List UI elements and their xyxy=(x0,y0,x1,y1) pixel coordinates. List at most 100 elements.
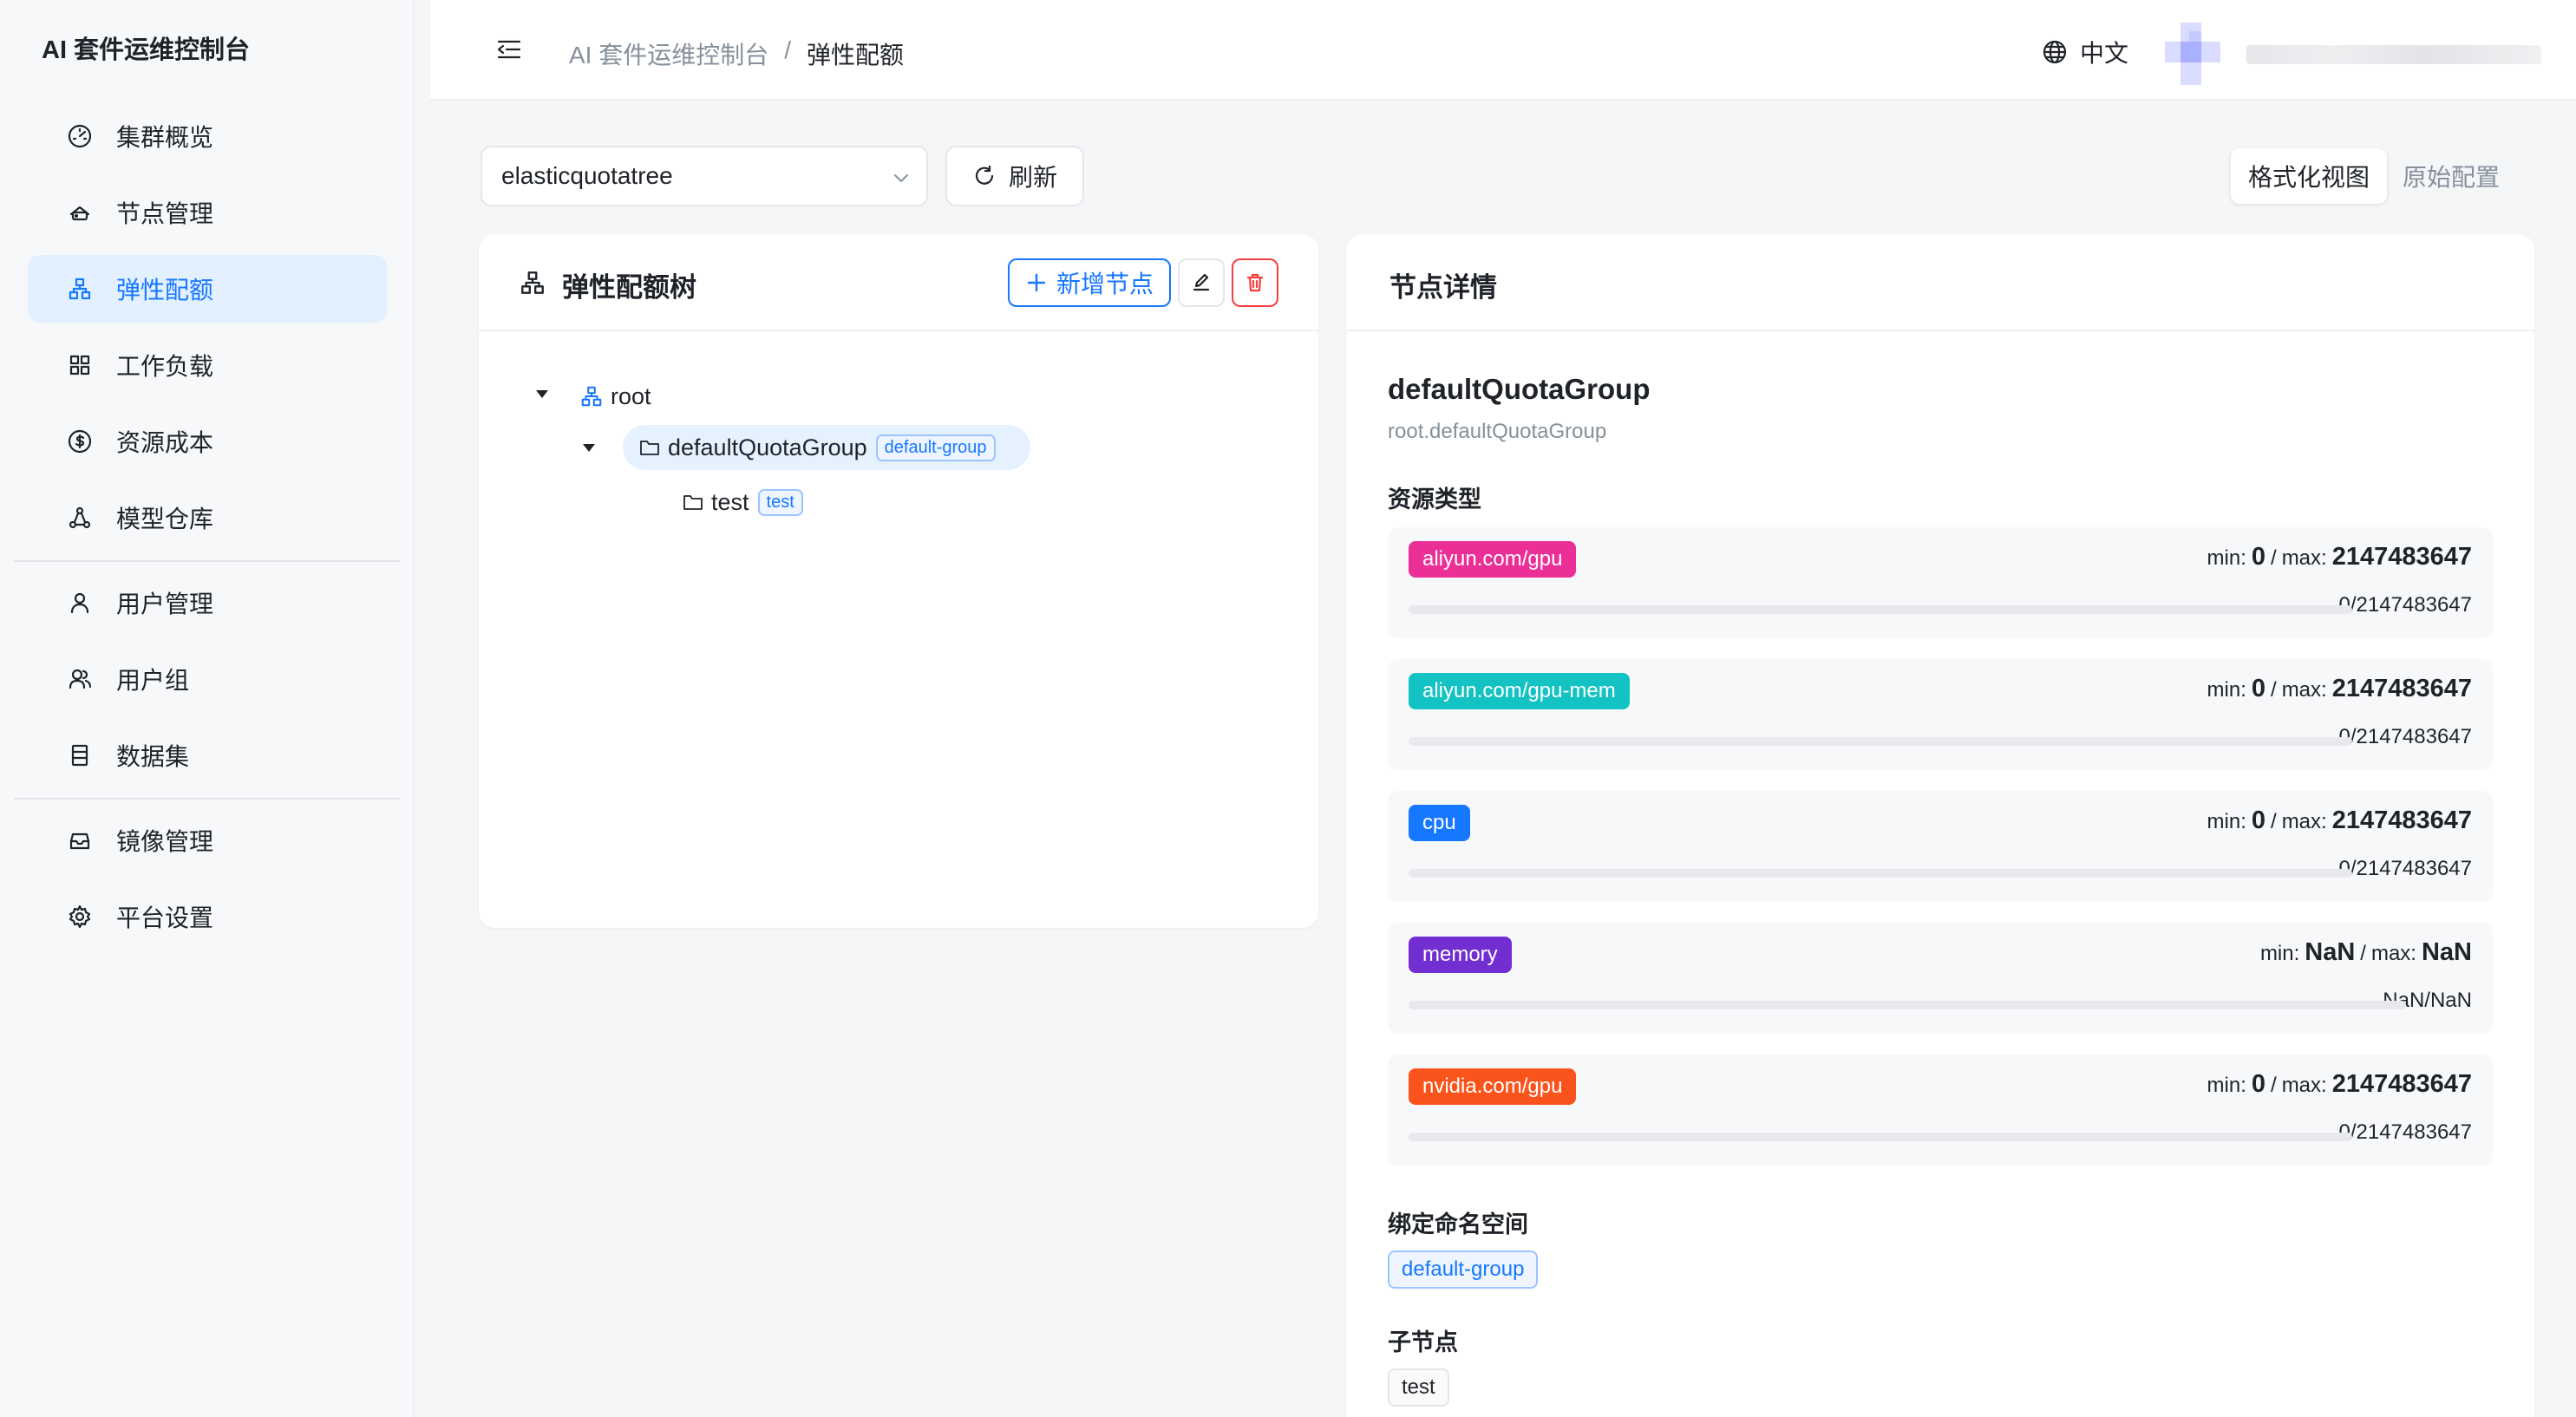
plus-icon xyxy=(1027,273,1046,292)
max-label: max: xyxy=(2370,942,2416,965)
dashboard-icon xyxy=(66,122,94,150)
sidebar-item-label: 用户管理 xyxy=(116,591,214,617)
menu-toggle-button[interactable] xyxy=(494,35,524,64)
avatar[interactable] xyxy=(2165,23,2220,85)
min-label: min: xyxy=(2207,810,2246,833)
tree-node-label: root xyxy=(611,382,651,409)
sidebar-item-datasets[interactable]: 数据集 xyxy=(28,722,387,789)
resource-min-max: min: 0/max: 2147483647 xyxy=(2207,1070,2472,1099)
sidebar-item-user-management[interactable]: 用户管理 xyxy=(28,569,387,637)
quota-tree-select[interactable]: elasticquotatree xyxy=(481,146,928,206)
child-node-tag[interactable]: test xyxy=(1388,1368,1449,1407)
resource-name-tag: cpu xyxy=(1409,805,1470,841)
edit-icon xyxy=(1193,273,1210,291)
sidebar-item-label: 弹性配额 xyxy=(116,277,214,304)
resource-min-max: min: 0/max: 2147483647 xyxy=(2207,806,2472,835)
sidebar-item-label: 节点管理 xyxy=(116,200,214,227)
tree-icon xyxy=(521,271,544,294)
trash-icon xyxy=(1246,273,1264,292)
folder-icon xyxy=(640,441,659,455)
breadcrumb-separator: / xyxy=(784,36,792,63)
sidebar-item-label: 镜像管理 xyxy=(116,828,214,855)
sidebar-item-workloads[interactable]: 工作负载 xyxy=(28,331,387,399)
add-node-label: 新增节点 xyxy=(1056,271,1154,297)
grid-icon xyxy=(66,351,94,379)
sidebar-item-model-repo[interactable]: 模型仓库 xyxy=(28,484,387,552)
resource-name-tag: aliyun.com/gpu-mem xyxy=(1409,673,1630,709)
breadcrumb-home[interactable]: AI 套件运维控制台 xyxy=(569,36,768,71)
min-label: min: xyxy=(2207,546,2246,570)
nav-divider xyxy=(14,798,401,800)
tab-formatted-view[interactable]: 格式化视图 xyxy=(2231,148,2387,204)
tree-node-test[interactable]: test test xyxy=(682,480,803,524)
tree-expand-toggle[interactable] xyxy=(583,444,595,452)
app-title: AI 套件运维控制台 xyxy=(42,36,251,64)
max-label: max: xyxy=(2281,1074,2327,1097)
resource-card: memory min: NaN / max: NaN NaN/NaN xyxy=(1388,923,2493,1034)
folder-icon xyxy=(683,495,703,510)
resource-name-tag: memory xyxy=(1409,937,1512,973)
min-label: min: xyxy=(2259,942,2300,965)
min-value: 0 xyxy=(2251,1070,2266,1098)
sidebar-item-label: 工作负载 xyxy=(116,353,214,380)
settings-icon xyxy=(66,903,94,931)
quota-tree-icon xyxy=(66,275,94,303)
resource-usage: 0/2147483647 xyxy=(2338,857,2473,880)
resource-usage: 0/2147483647 xyxy=(2338,725,2473,748)
detail-panel-title: 节点详情 xyxy=(1389,272,1497,303)
quota-tree-select-value: elasticquotatree xyxy=(501,162,673,189)
chevron-down-icon xyxy=(894,174,908,183)
sidebar-item-resource-cost[interactable]: 资源成本 xyxy=(28,408,387,475)
sidebar-item-cluster-overview[interactable]: 集群概览 xyxy=(28,102,387,170)
tree-node-default-quota-group[interactable]: defaultQuotaGroup default-group xyxy=(623,425,1030,470)
resource-usage-bar xyxy=(1409,869,2352,878)
resource-usage: 0/2147483647 xyxy=(2338,593,2473,617)
image-icon xyxy=(66,826,94,854)
sidebar-item-label: 数据集 xyxy=(116,743,190,770)
sidebar-item-node-management[interactable]: 节点管理 xyxy=(28,179,387,246)
add-node-button[interactable]: 新增节点 xyxy=(1008,258,1171,307)
resource-name-tag: aliyun.com/gpu xyxy=(1409,541,1577,578)
tree-expand-toggle[interactable] xyxy=(536,390,548,398)
resource-min-max: min: 0/max: 2147483647 xyxy=(2207,543,2472,571)
node-detail-panel: 节点详情 defaultQuotaGroup root.defaultQuota… xyxy=(1346,234,2534,1417)
resource-usage-bar xyxy=(1409,605,2352,614)
resource-min-max: min: 0/max: 2147483647 xyxy=(2207,675,2472,703)
username-redacted[interactable] xyxy=(2246,45,2541,64)
separator: / xyxy=(2271,810,2277,833)
sidebar-item-user-groups[interactable]: 用户组 xyxy=(28,645,387,713)
sidebar-item-platform-settings[interactable]: 平台设置 xyxy=(28,883,387,950)
tree-node-root[interactable]: root xyxy=(579,375,651,418)
sidebar-item-label: 集群概览 xyxy=(116,124,214,151)
resource-card: cpu min: 0/max: 2147483647 0/2147483647 xyxy=(1388,791,2493,902)
resource-usage: 0/2147483647 xyxy=(2338,1120,2473,1144)
tree-node-label: defaultQuotaGroup xyxy=(668,434,867,460)
max-value: NaN xyxy=(2421,938,2472,966)
user-icon xyxy=(66,589,94,617)
delete-node-button[interactable] xyxy=(1232,258,1278,307)
sidebar-item-image-management[interactable]: 镜像管理 xyxy=(28,806,387,874)
node-icon xyxy=(66,199,94,226)
view-mode-switch: 格式化视图 原始配置 xyxy=(2231,146,2522,206)
resource-card: aliyun.com/gpu min: 0/max: 2147483647 0/2147… xyxy=(1388,527,2493,638)
edit-node-button[interactable] xyxy=(1178,258,1225,307)
namespace-tag: test xyxy=(757,488,803,516)
resource-min-max: min: NaN / max: NaN xyxy=(2260,938,2472,967)
separator: / xyxy=(2271,546,2277,570)
refresh-label: 刷新 xyxy=(1008,164,1057,191)
language-label: 中文 xyxy=(2080,40,2129,67)
sidebar-item-elastic-quota[interactable]: 弹性配额 xyxy=(28,255,387,323)
tab-raw-config[interactable]: 原始配置 xyxy=(2403,159,2500,193)
breadcrumb-current: 弹性配额 xyxy=(807,42,905,69)
tree-panel-title: 弹性配额树 xyxy=(562,272,696,303)
refresh-button[interactable]: 刷新 xyxy=(945,146,1084,206)
tree-icon xyxy=(581,386,602,407)
resource-usage-bar xyxy=(1409,1001,2406,1009)
min-value: 0 xyxy=(2251,806,2266,834)
nav-divider xyxy=(14,560,401,562)
separator: / xyxy=(2271,1074,2277,1097)
avatar-icon xyxy=(2165,23,2220,85)
separator: / xyxy=(2271,678,2277,702)
language-switcher[interactable]: 中文 xyxy=(2042,35,2128,69)
namespace-label: 绑定命名空间 xyxy=(1388,1211,1528,1237)
